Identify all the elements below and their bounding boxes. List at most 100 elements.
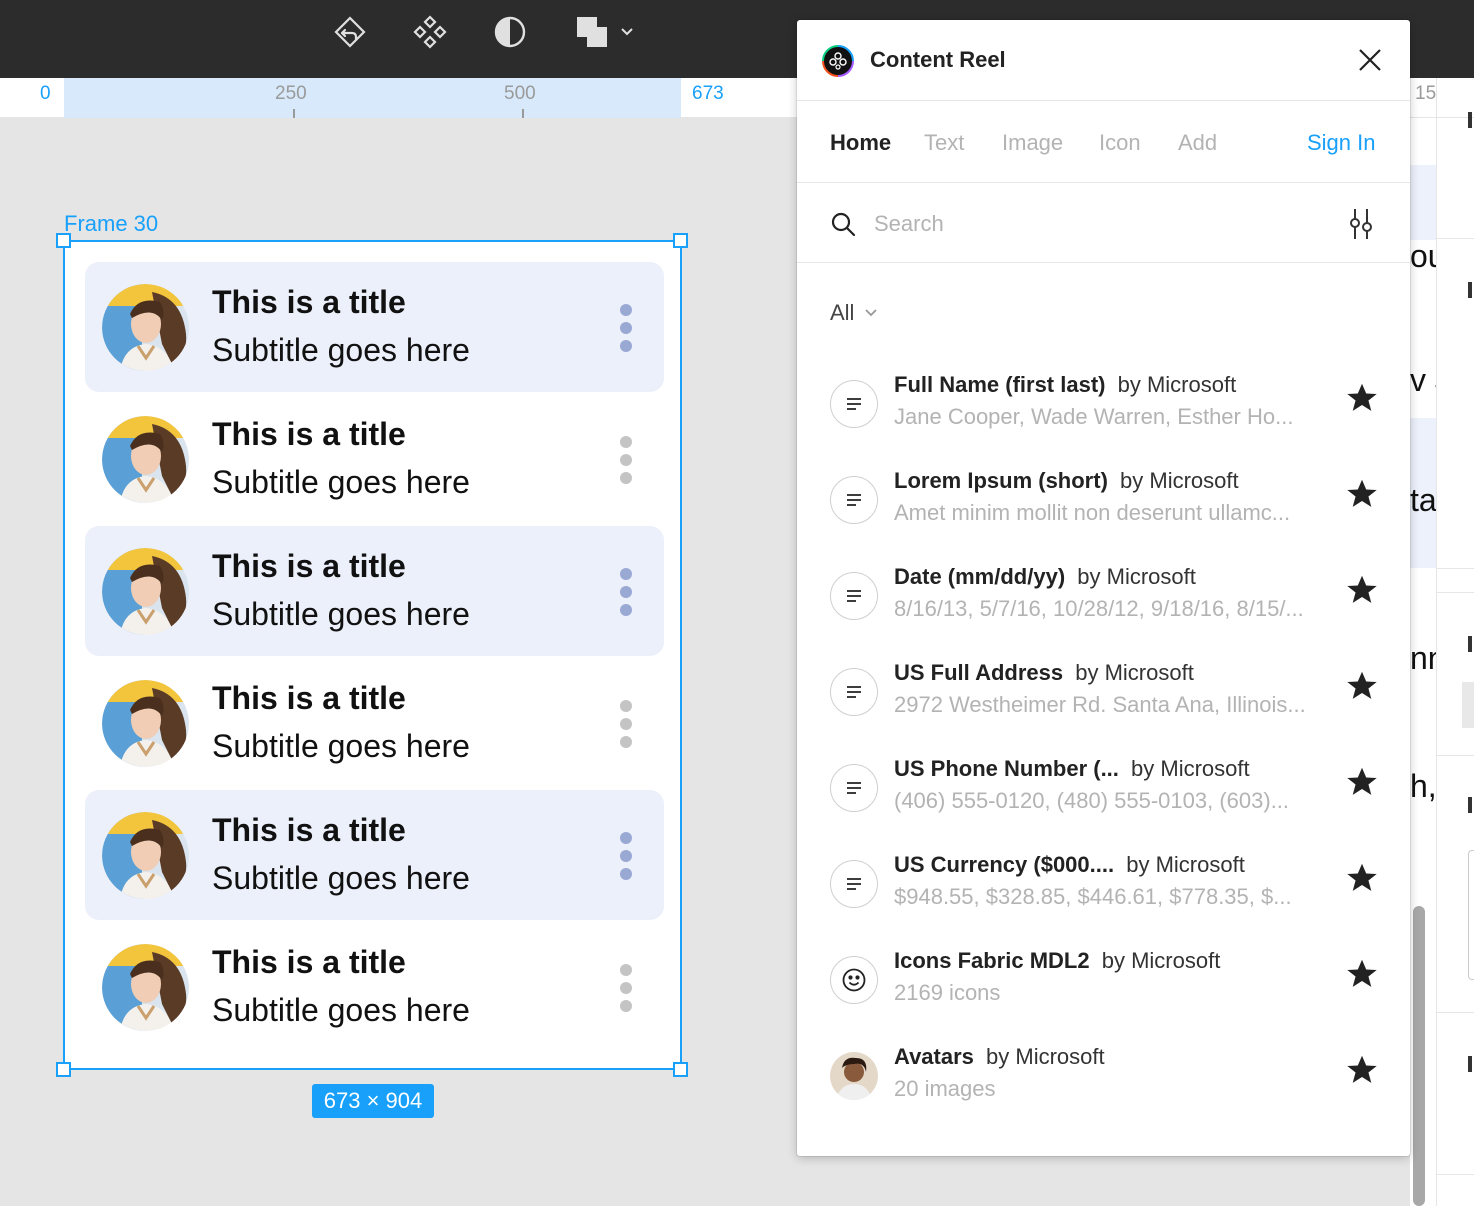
panel-input-edge[interactable] [1462, 682, 1474, 728]
item-name-line: Icons Fabric MDL2 by Microsoft [894, 948, 1324, 974]
item-type-icon [830, 668, 878, 716]
undo-icon[interactable] [330, 12, 370, 52]
item-name-line: Avatars by Microsoft [894, 1044, 1324, 1070]
panel-text-fragment: ta [1410, 482, 1436, 518]
item-preview: 2169 icons [894, 980, 1001, 1005]
star-icon[interactable] [1344, 380, 1380, 416]
panel-input-edge[interactable] [1468, 850, 1474, 980]
item-author: by Microsoft [1077, 564, 1196, 589]
resize-handle-top-right[interactable] [673, 233, 688, 248]
tab-text[interactable]: Text [924, 130, 964, 156]
panel-text-fragment: v J [1410, 362, 1436, 398]
more-options-icon[interactable] [618, 434, 634, 486]
item-author: by Microsoft [1126, 852, 1245, 877]
list-card[interactable]: This is a title Subtitle goes here [85, 394, 664, 524]
list-card[interactable]: This is a title Subtitle goes here [85, 658, 664, 788]
filter-settings-icon[interactable] [1346, 207, 1376, 241]
more-options-icon[interactable] [618, 302, 634, 354]
avatar [102, 548, 189, 635]
plugin-title: Content Reel [870, 47, 1006, 72]
more-options-icon[interactable] [618, 566, 634, 618]
card-subtitle: Subtitle goes here [212, 596, 470, 632]
content-list-item[interactable]: Date (mm/dd/yy) by Microsoft 8/16/13, 5/… [797, 560, 1410, 656]
avatar-photo [830, 1052, 878, 1100]
tab-home[interactable]: Home [830, 130, 891, 156]
item-author: by Microsoft [1120, 468, 1239, 493]
search-input[interactable] [874, 207, 1314, 241]
resize-handle-top-left[interactable] [56, 233, 71, 248]
tab-icon[interactable]: Icon [1099, 130, 1141, 156]
item-name-line: US Full Address by Microsoft [894, 660, 1324, 686]
content-list-item[interactable]: US Currency ($000.... by Microsoft $948.… [797, 848, 1410, 944]
content-list-item[interactable]: US Phone Number (... by Microsoft (406) … [797, 752, 1410, 848]
resize-handle-bottom-right[interactable] [673, 1062, 688, 1077]
list-card[interactable]: This is a title Subtitle goes here [85, 526, 664, 656]
panel-text-fragment [1468, 112, 1472, 128]
card-title: This is a title [212, 812, 406, 848]
star-icon[interactable] [1344, 860, 1380, 896]
star-icon[interactable] [1344, 476, 1380, 512]
panel-separator [1436, 238, 1474, 239]
item-type-icon [830, 956, 878, 1004]
card-subtitle: Subtitle goes here [212, 728, 470, 764]
item-author: by Microsoft [1131, 756, 1250, 781]
more-options-icon[interactable] [618, 698, 634, 750]
sign-in-link[interactable]: Sign In [1307, 130, 1376, 156]
panel-text-fragment [1468, 797, 1472, 813]
avatar [102, 284, 189, 371]
card-title: This is a title [212, 944, 406, 980]
frame-30[interactable]: This is a title Subtitle goes here This … [63, 240, 682, 1070]
ruler-tick [293, 109, 295, 118]
frame-name-label[interactable]: Frame 30 [64, 211, 158, 237]
item-name-line: Full Name (first last) by Microsoft [894, 372, 1324, 398]
list-card[interactable]: This is a title Subtitle goes here [85, 790, 664, 920]
panel-separator [1436, 568, 1474, 569]
boolean-group-icon[interactable] [572, 12, 612, 52]
contrast-icon[interactable] [490, 12, 530, 52]
star-icon[interactable] [1344, 956, 1380, 992]
card-title: This is a title [212, 284, 406, 320]
category-dropdown[interactable]: All [830, 300, 878, 326]
list-card[interactable]: This is a title Subtitle goes here [85, 922, 664, 1052]
ruler-label-start: 0 [40, 83, 51, 104]
close-button[interactable] [1355, 45, 1385, 75]
chevron-down-icon [865, 309, 878, 317]
ruler-tick [522, 109, 524, 118]
card-title: This is a title [212, 548, 406, 584]
text-lines-icon [847, 782, 861, 794]
item-name-line: Lorem Ipsum (short) by Microsoft [894, 468, 1324, 494]
chevron-down-icon[interactable] [608, 12, 646, 52]
content-list-item[interactable]: US Full Address by Microsoft 2972 Westhe… [797, 656, 1410, 752]
tab-add[interactable]: Add [1178, 130, 1217, 156]
list-card[interactable]: This is a title Subtitle goes here [85, 262, 664, 392]
content-list-item[interactable]: Avatars by Microsoft 20 images [797, 1040, 1410, 1136]
star-icon[interactable] [1344, 572, 1380, 608]
vertical-scrollbar[interactable] [1413, 906, 1425, 1206]
more-options-icon[interactable] [618, 830, 634, 882]
content-list-item[interactable]: Lorem Ipsum (short) by Microsoft Amet mi… [797, 464, 1410, 560]
item-type-icon [830, 572, 878, 620]
more-options-icon[interactable] [618, 962, 634, 1014]
item-name: US Full Address [894, 660, 1064, 685]
text-lines-icon [847, 494, 861, 506]
item-name-line: US Currency ($000.... by Microsoft [894, 852, 1324, 878]
tab-image[interactable]: Image [1002, 130, 1063, 156]
card-subtitle: Subtitle goes here [212, 992, 470, 1028]
avatar [102, 680, 189, 767]
item-name: Full Name (first last) [894, 372, 1106, 397]
component-icon[interactable] [410, 12, 450, 52]
item-preview: $948.55, $328.85, $446.61, $778.35, $... [894, 884, 1292, 909]
content-list-item[interactable]: Full Name (first last) by Microsoft Jane… [797, 368, 1410, 464]
star-icon[interactable] [1344, 1052, 1380, 1088]
card-subtitle: Subtitle goes here [212, 332, 470, 368]
item-name: Avatars [894, 1044, 974, 1069]
panel-text-fragment [1468, 636, 1472, 652]
content-list-item[interactable]: Icons Fabric MDL2 by Microsoft 2169 icon… [797, 944, 1410, 1040]
panel-separator [1436, 1174, 1474, 1175]
resize-handle-bottom-left[interactable] [56, 1062, 71, 1077]
star-icon[interactable] [1344, 668, 1380, 704]
item-name: Icons Fabric MDL2 [894, 948, 1090, 973]
star-icon[interactable] [1344, 764, 1380, 800]
item-preview: 20 images [894, 1076, 996, 1101]
item-type-icon [830, 1052, 878, 1100]
